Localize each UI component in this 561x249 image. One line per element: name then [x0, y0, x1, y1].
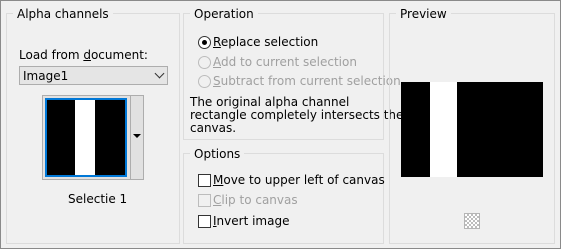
alpha-channels-title: Alpha channels — [13, 7, 113, 21]
load-from-document-label: Load from document: — [19, 48, 148, 62]
alpha-channel-thumbnail — [45, 98, 127, 177]
move-to-upper-left-checkbox[interactable] — [198, 174, 211, 187]
preview-title: Preview — [396, 7, 451, 21]
info-text-line-3: canvas. — [190, 121, 237, 135]
chevron-down-icon — [154, 68, 165, 79]
move-to-upper-left-label[interactable]: Move to upper left of canvas — [213, 173, 385, 187]
replace-selection-label[interactable]: Replace selection — [213, 35, 318, 49]
preview-white-bar — [430, 82, 457, 177]
clip-to-canvas-label[interactable]: Clip to canvas — [213, 193, 298, 207]
document-select[interactable]: Image1 — [19, 66, 168, 85]
checkerboard-icon[interactable] — [464, 213, 480, 229]
options-title: Options — [190, 147, 245, 161]
operation-title: Operation — [190, 7, 258, 21]
selection-caption: Selectie 1 — [68, 192, 128, 206]
dropdown-arrow-icon[interactable] — [133, 134, 141, 138]
add-to-current-selection-radio[interactable] — [198, 56, 211, 69]
subtract-from-current-selection-label[interactable]: Subtract from current selection — [213, 74, 401, 88]
document-select-value: Image1 — [23, 69, 69, 83]
thumbnail-white-bar — [75, 100, 95, 175]
alpha-channel-thumbnail-button[interactable] — [42, 95, 144, 180]
invert-image-label[interactable]: Invert image — [213, 214, 289, 228]
load-selection-from-alpha-dialog: Alpha channels Load from document: Image… — [0, 0, 561, 249]
info-text-line-1: The original alpha channel — [190, 95, 350, 109]
add-to-current-selection-label[interactable]: Add to current selection — [213, 55, 357, 69]
clip-to-canvas-checkbox[interactable] — [198, 194, 211, 207]
subtract-from-current-selection-radio[interactable] — [198, 75, 211, 88]
preview-image — [401, 82, 543, 177]
info-text-line-2: rectangle completely intersects the — [190, 108, 404, 122]
thumbnail-separator — [130, 96, 131, 179]
invert-image-checkbox[interactable] — [198, 215, 211, 228]
replace-selection-radio[interactable] — [198, 36, 211, 49]
